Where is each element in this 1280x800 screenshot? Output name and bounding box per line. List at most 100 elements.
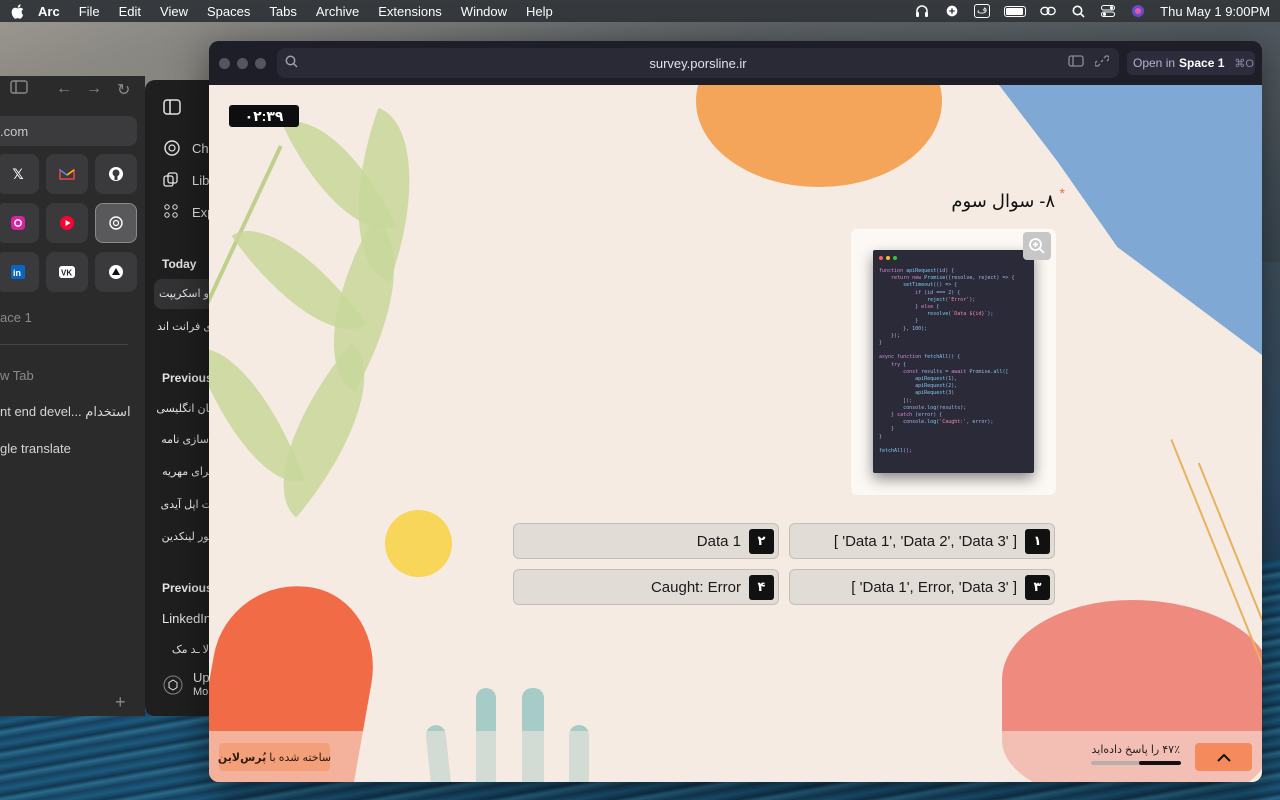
menu-help[interactable]: Help xyxy=(526,4,553,19)
youtube-music-icon xyxy=(60,216,74,230)
porsline-brand-badge[interactable]: ساخته شده با پُرس‌لاین xyxy=(218,743,332,771)
chat-item-chatgpt[interactable]: Ch xyxy=(192,141,209,156)
menu-extensions[interactable]: Extensions xyxy=(378,4,442,19)
menu-datetime[interactable]: Thu May 1 9:00PM xyxy=(1160,4,1270,19)
answer-option-2[interactable]: Data 1 ۲ xyxy=(513,523,779,559)
vk-icon: VK xyxy=(59,266,75,278)
sidebar-toggle-icon[interactable] xyxy=(10,80,28,99)
answer-option-text: [ 'Data 1', 'Data 2', 'Data 3' ] xyxy=(833,532,1017,550)
sidebar-panel-icon[interactable] xyxy=(163,99,181,120)
headphones-icon[interactable] xyxy=(914,4,930,18)
background-arc-sidebar: ← → ↻ .com 𝕏 in VK ace 1 w Tab nt end de… xyxy=(0,76,145,716)
add-icon[interactable]: + xyxy=(115,692,126,713)
chatgpt-logo-icon xyxy=(163,139,181,162)
code-snippet-graphic: function apiRequest(id) { return new Pro… xyxy=(879,268,1015,455)
chatgpt-tile[interactable] xyxy=(95,203,137,243)
chat-prev2-2[interactable]: ٔالا ـد مک xyxy=(172,643,212,656)
control-center-icon[interactable] xyxy=(1100,4,1116,18)
instagram-tile[interactable] xyxy=(0,203,39,243)
github-tile[interactable] xyxy=(95,154,137,194)
answer-option-3[interactable]: [ 'Data 1', Error, 'Data 3' ] ۳ xyxy=(789,569,1055,605)
capture-icon[interactable] xyxy=(1068,54,1084,71)
answer-option-text: Caught: Error xyxy=(650,578,741,596)
chat-item-library[interactable]: Lib xyxy=(192,173,209,188)
brand-prefix: ساخته شده با xyxy=(269,751,332,764)
apple-icon[interactable] xyxy=(10,3,24,19)
survey-footer: ساخته شده با پُرس‌لاین ۴۷٪ را پاسخ داده‌… xyxy=(209,731,1262,782)
code-screenshot-image[interactable]: function apiRequest(id) { return new Pro… xyxy=(873,250,1034,473)
battery-icon[interactable] xyxy=(1004,5,1027,17)
decor-orange-circle xyxy=(696,85,942,187)
link-icon[interactable] xyxy=(1040,4,1056,18)
chat-today-1[interactable]: او اسکریپت xyxy=(159,287,212,300)
menu-tabs[interactable]: Tabs xyxy=(269,4,296,19)
forward-arrow-icon[interactable]: → xyxy=(86,80,102,98)
youtube-music-tile[interactable] xyxy=(46,203,88,243)
cloud-sync-icon[interactable] xyxy=(944,4,960,18)
menu-view[interactable]: View xyxy=(160,4,188,19)
copy-link-icon[interactable] xyxy=(1094,54,1110,71)
menu-bar: Arc File Edit View Spaces Tabs Archive E… xyxy=(0,0,1280,22)
answer-option-number: ۲ xyxy=(749,528,774,554)
vercel-tile[interactable]: VK xyxy=(46,252,88,292)
menu-edit[interactable]: Edit xyxy=(119,4,141,19)
svg-text:in: in xyxy=(13,268,21,278)
upgrade-label[interactable]: Up xyxy=(193,670,210,685)
answer-option-4[interactable]: Caught: Error ۴ xyxy=(513,569,779,605)
survey-page: ۰۲:۳۹ ۸- سوال سوم * function apiRequest(… xyxy=(209,85,1262,782)
triangle-icon xyxy=(109,265,123,279)
siri-icon[interactable] xyxy=(1130,4,1146,18)
answer-option-number: ۱ xyxy=(1025,528,1050,554)
instagram-icon xyxy=(11,216,25,230)
progress-label: ۴۷٪ را پاسخ داده‌اید xyxy=(1091,744,1180,756)
gmail-icon xyxy=(59,168,75,180)
new-tab-button[interactable]: w Tab xyxy=(0,368,34,383)
answer-option-1[interactable]: [ 'Data 1', 'Data 2', 'Data 3' ] ۱ xyxy=(789,523,1055,559)
chat-prev-1[interactable]: تان انگلیسی xyxy=(156,402,212,415)
svg-text:VK: VK xyxy=(61,269,72,278)
sidebar-tab-translate[interactable]: gle translate xyxy=(0,441,71,456)
chat-today-2[interactable]: ی فرانت اند xyxy=(157,320,212,333)
decor-yellow-dot xyxy=(385,510,452,577)
chat-prev-5[interactable]: بور لینکدین xyxy=(162,530,212,543)
question-title-text: ۸- سوال سوم xyxy=(951,191,1055,211)
explore-grid-icon xyxy=(164,204,178,223)
open-in-space-button[interactable]: Open in Space 1 ⌘O xyxy=(1127,51,1255,75)
code-window-dots xyxy=(879,256,897,260)
chat-prev-2[interactable]: اسازی نامه xyxy=(161,433,212,446)
address-bar[interactable]: survey.porsline.ir xyxy=(277,48,1119,78)
menu-app-name[interactable]: Arc xyxy=(38,4,60,19)
previous-heading: Previous xyxy=(162,371,213,385)
main-browser-window: survey.porsline.ir Open in Space 1 ⌘O ۰۲… xyxy=(209,41,1262,782)
answer-option-text: [ 'Data 1', Error, 'Data 3' ] xyxy=(851,578,1017,596)
chat-prev-4[interactable]: ت اپل آیدی xyxy=(161,498,212,511)
zoom-window-button[interactable] xyxy=(255,58,266,69)
chat-prev-3[interactable]: برای مهریه xyxy=(162,465,212,478)
menu-window[interactable]: Window xyxy=(461,4,507,19)
menu-file[interactable]: File xyxy=(79,4,100,19)
menu-spaces[interactable]: Spaces xyxy=(207,4,250,19)
menu-archive[interactable]: Archive xyxy=(316,4,359,19)
close-window-button[interactable] xyxy=(219,58,230,69)
input-language-icon[interactable]: ف xyxy=(974,4,991,18)
url-text: survey.porsline.ir xyxy=(649,56,747,71)
zoom-in-icon xyxy=(1029,238,1045,254)
linkedin-tile[interactable]: in xyxy=(0,252,39,292)
chat-prev2-1[interactable]: LinkedIn xyxy=(162,611,211,626)
github-icon xyxy=(109,167,123,181)
reload-icon[interactable]: ↻ xyxy=(117,80,130,100)
sidebar-tab-frontend[interactable]: nt end devel... استخدام xyxy=(0,404,131,420)
zoom-in-button[interactable] xyxy=(1023,232,1051,260)
previous-question-button[interactable] xyxy=(1195,743,1252,771)
arc-tile[interactable] xyxy=(95,252,137,292)
minimize-window-button[interactable] xyxy=(237,58,248,69)
x-tile[interactable]: 𝕏 xyxy=(0,154,39,194)
back-arrow-icon[interactable]: ← xyxy=(56,80,72,98)
search-icon[interactable] xyxy=(1070,4,1086,18)
gmail-tile[interactable] xyxy=(46,154,88,194)
linkedin-icon: in xyxy=(11,265,25,279)
x-logo-icon: 𝕏 xyxy=(12,165,24,182)
back-url-field[interactable]: .com xyxy=(0,116,137,146)
space-name: Space 1 xyxy=(1179,56,1225,70)
answer-option-text: Data 1 xyxy=(696,532,741,550)
